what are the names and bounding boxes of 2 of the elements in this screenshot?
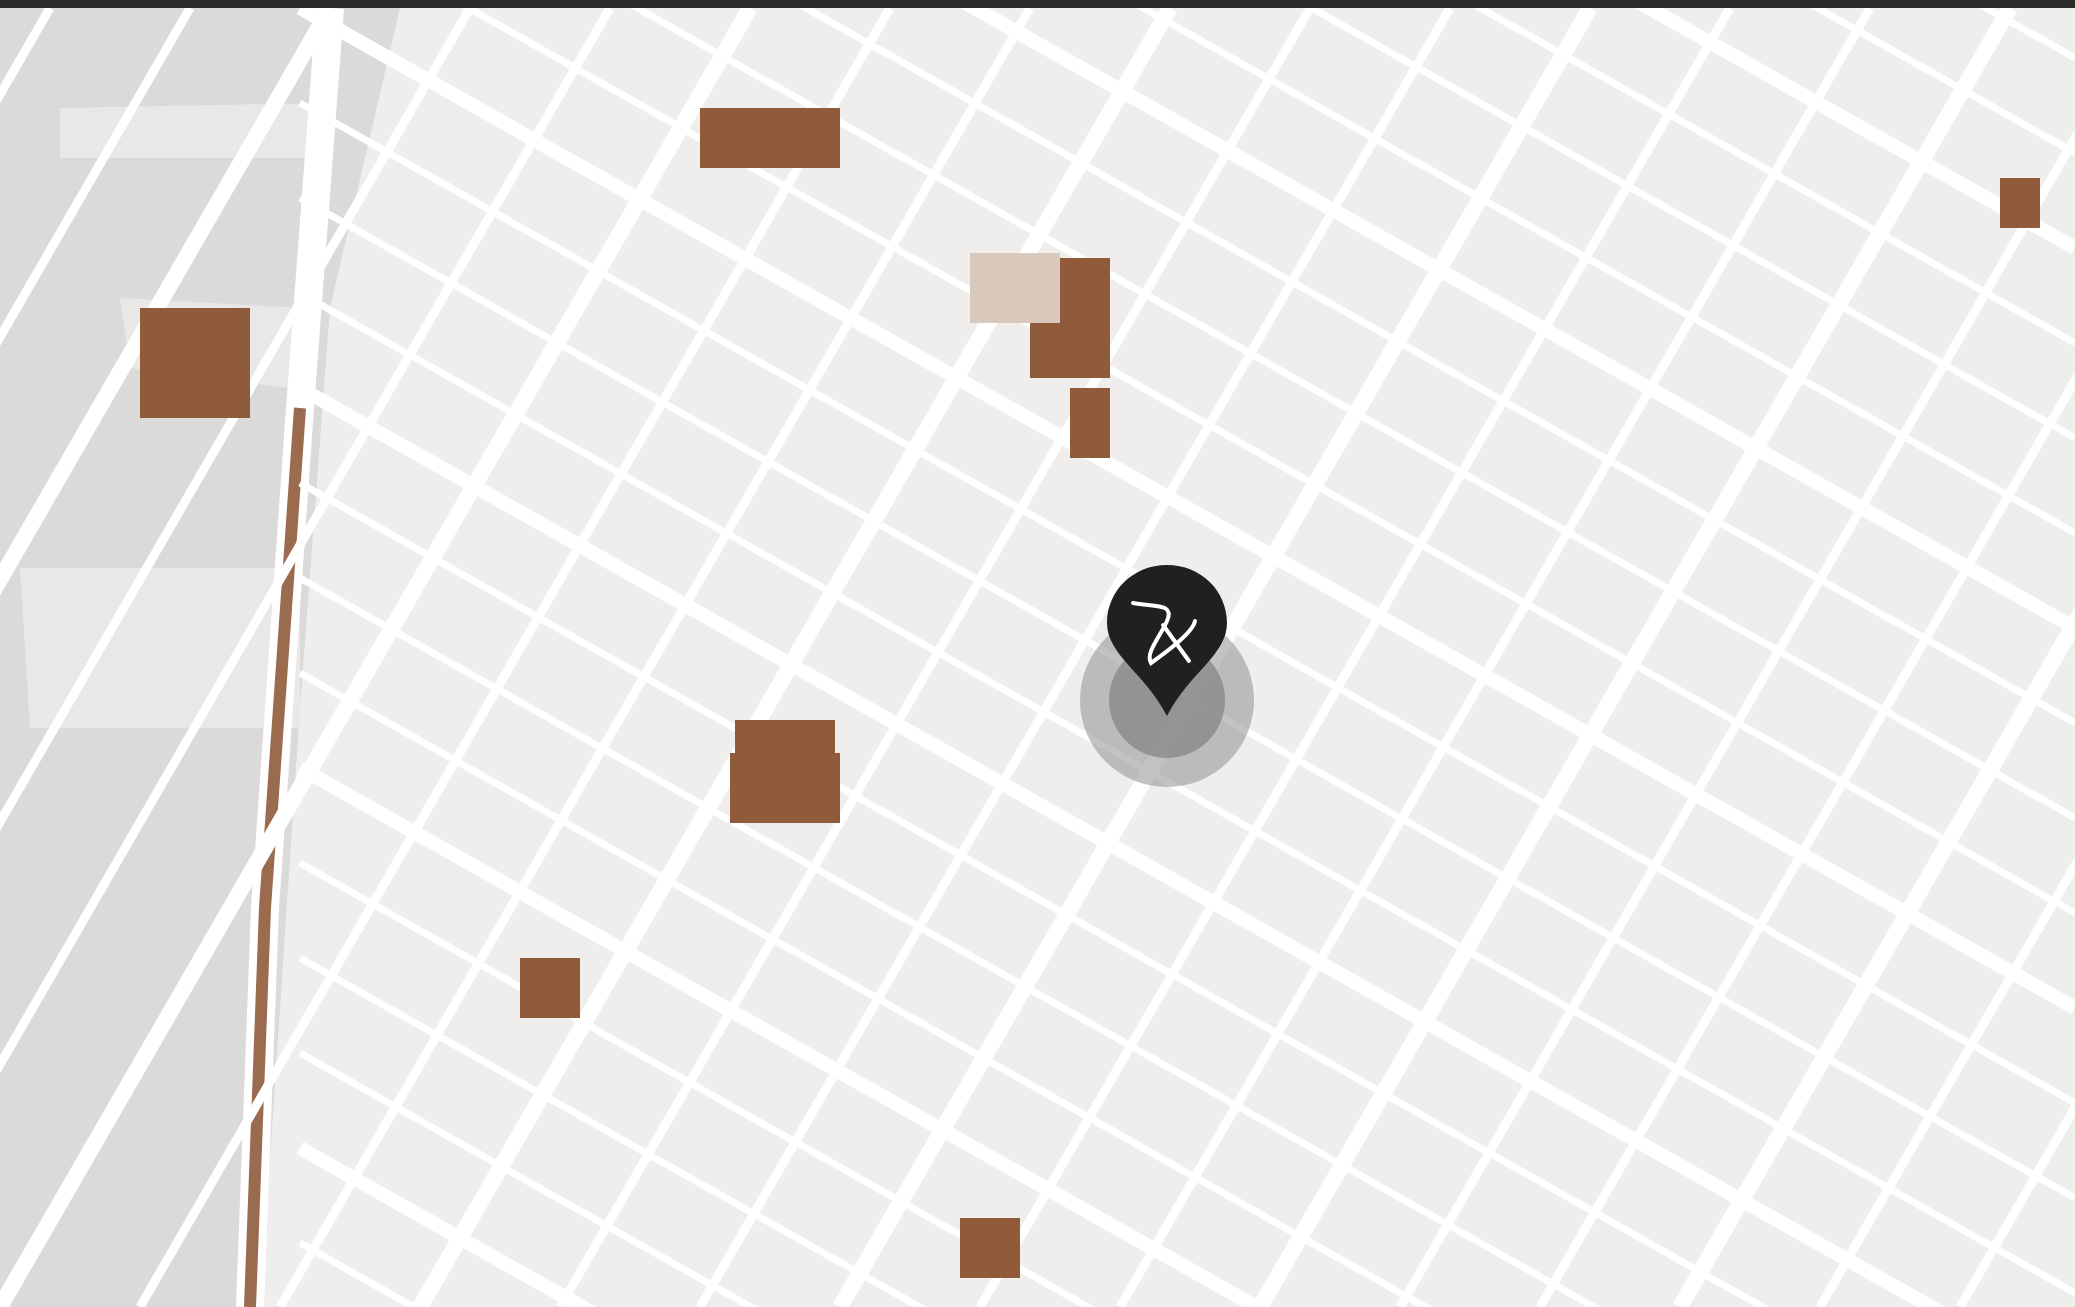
street-map-drawing[interactable] bbox=[0, 8, 2075, 1307]
map-pin-icon[interactable] bbox=[1105, 563, 1229, 718]
